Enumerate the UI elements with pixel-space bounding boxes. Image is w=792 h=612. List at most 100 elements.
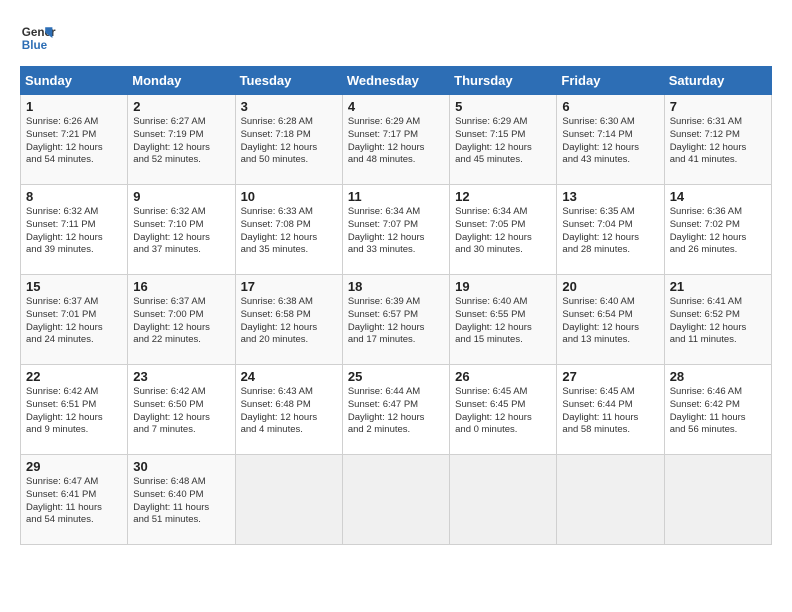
day-info: Sunrise: 6:45 AM Sunset: 6:45 PM Dayligh… xyxy=(455,386,551,437)
day-info: Sunrise: 6:42 AM Sunset: 6:51 PM Dayligh… xyxy=(26,386,122,437)
day-number: 25 xyxy=(348,369,444,384)
day-number: 30 xyxy=(133,459,229,474)
calendar-cell xyxy=(235,455,342,545)
day-number: 4 xyxy=(348,99,444,114)
day-info: Sunrise: 6:48 AM Sunset: 6:40 PM Dayligh… xyxy=(133,476,229,527)
calendar-cell: 20 Sunrise: 6:40 AM Sunset: 6:54 PM Dayli… xyxy=(557,275,664,365)
day-number: 18 xyxy=(348,279,444,294)
calendar-cell xyxy=(557,455,664,545)
day-info: Sunrise: 6:34 AM Sunset: 7:05 PM Dayligh… xyxy=(455,206,551,257)
day-info: Sunrise: 6:37 AM Sunset: 7:00 PM Dayligh… xyxy=(133,296,229,347)
day-info: Sunrise: 6:42 AM Sunset: 6:50 PM Dayligh… xyxy=(133,386,229,437)
day-info: Sunrise: 6:33 AM Sunset: 7:08 PM Dayligh… xyxy=(241,206,337,257)
calendar-cell: 5 Sunrise: 6:29 AM Sunset: 7:15 PM Daylig… xyxy=(450,95,557,185)
calendar-table: SundayMondayTuesdayWednesdayThursdayFrid… xyxy=(20,66,772,545)
calendar-cell: 14 Sunrise: 6:36 AM Sunset: 7:02 PM Dayli… xyxy=(664,185,771,275)
calendar-cell: 3 Sunrise: 6:28 AM Sunset: 7:18 PM Daylig… xyxy=(235,95,342,185)
calendar-cell: 15 Sunrise: 6:37 AM Sunset: 7:01 PM Dayli… xyxy=(21,275,128,365)
day-number: 21 xyxy=(670,279,766,294)
day-info: Sunrise: 6:28 AM Sunset: 7:18 PM Dayligh… xyxy=(241,116,337,167)
calendar-cell: 28 Sunrise: 6:46 AM Sunset: 6:42 PM Dayli… xyxy=(664,365,771,455)
weekday-header: Thursday xyxy=(450,67,557,95)
day-number: 14 xyxy=(670,189,766,204)
calendar-cell: 19Sunrise: 6:40 AM Sunset: 6:55 PM Dayli… xyxy=(450,275,557,365)
day-number: 13 xyxy=(562,189,658,204)
day-info: Sunrise: 6:37 AM Sunset: 7:01 PM Dayligh… xyxy=(26,296,122,347)
calendar-cell: 8 Sunrise: 6:32 AM Sunset: 7:11 PM Daylig… xyxy=(21,185,128,275)
logo: General Blue xyxy=(20,20,56,56)
day-number: 7 xyxy=(670,99,766,114)
day-number: 22 xyxy=(26,369,122,384)
day-number: 24 xyxy=(241,369,337,384)
calendar-cell: 12 Sunrise: 6:34 AM Sunset: 7:05 PM Dayli… xyxy=(450,185,557,275)
day-info: Sunrise: 6:32 AM Sunset: 7:11 PM Dayligh… xyxy=(26,206,122,257)
calendar-cell: 7 Sunrise: 6:31 AM Sunset: 7:12 PM Daylig… xyxy=(664,95,771,185)
day-number: 5 xyxy=(455,99,551,114)
calendar-cell xyxy=(342,455,449,545)
calendar-cell: 17Sunrise: 6:38 AM Sunset: 6:58 PM Dayli… xyxy=(235,275,342,365)
calendar-cell: 27Sunrise: 6:45 AM Sunset: 6:44 PM Dayli… xyxy=(557,365,664,455)
calendar-cell: 4 Sunrise: 6:29 AM Sunset: 7:17 PM Daylig… xyxy=(342,95,449,185)
calendar-cell: 24 Sunrise: 6:43 AM Sunset: 6:48 PM Dayli… xyxy=(235,365,342,455)
calendar-cell: 1 Sunrise: 6:26 AM Sunset: 7:21 PM Daylig… xyxy=(21,95,128,185)
day-info: Sunrise: 6:26 AM Sunset: 7:21 PM Dayligh… xyxy=(26,116,122,167)
logo-icon: General Blue xyxy=(20,20,56,56)
svg-text:Blue: Blue xyxy=(22,39,48,52)
day-info: Sunrise: 6:41 AM Sunset: 6:52 PM Dayligh… xyxy=(670,296,766,347)
day-info: Sunrise: 6:40 AM Sunset: 6:54 PM Dayligh… xyxy=(562,296,658,347)
day-number: 8 xyxy=(26,189,122,204)
calendar-cell: 22 Sunrise: 6:42 AM Sunset: 6:51 PM Dayli… xyxy=(21,365,128,455)
calendar-cell: 26 Sunrise: 6:45 AM Sunset: 6:45 PM Dayli… xyxy=(450,365,557,455)
day-info: Sunrise: 6:30 AM Sunset: 7:14 PM Dayligh… xyxy=(562,116,658,167)
calendar-cell: 25 Sunrise: 6:44 AM Sunset: 6:47 PM Dayli… xyxy=(342,365,449,455)
day-info: Sunrise: 6:43 AM Sunset: 6:48 PM Dayligh… xyxy=(241,386,337,437)
day-number: 15 xyxy=(26,279,122,294)
calendar-cell xyxy=(450,455,557,545)
calendar-cell: 2Sunrise: 6:27 AM Sunset: 7:19 PM Daylig… xyxy=(128,95,235,185)
calendar-cell xyxy=(664,455,771,545)
calendar-cell: 11 Sunrise: 6:34 AM Sunset: 7:07 PM Dayli… xyxy=(342,185,449,275)
day-info: Sunrise: 6:46 AM Sunset: 6:42 PM Dayligh… xyxy=(670,386,766,437)
day-number: 26 xyxy=(455,369,551,384)
day-info: Sunrise: 6:45 AM Sunset: 6:44 PM Dayligh… xyxy=(562,386,658,437)
day-number: 10 xyxy=(241,189,337,204)
day-number: 16 xyxy=(133,279,229,294)
day-number: 12 xyxy=(455,189,551,204)
day-number: 3 xyxy=(241,99,337,114)
day-info: Sunrise: 6:44 AM Sunset: 6:47 PM Dayligh… xyxy=(348,386,444,437)
calendar-cell: 29 Sunrise: 6:47 AM Sunset: 6:41 PM Dayli… xyxy=(21,455,128,545)
day-number: 29 xyxy=(26,459,122,474)
calendar-cell: 23 Sunrise: 6:42 AM Sunset: 6:50 PM Dayli… xyxy=(128,365,235,455)
weekday-header: Sunday xyxy=(21,67,128,95)
day-info: Sunrise: 6:39 AM Sunset: 6:57 PM Dayligh… xyxy=(348,296,444,347)
day-info: Sunrise: 6:34 AM Sunset: 7:07 PM Dayligh… xyxy=(348,206,444,257)
day-info: Sunrise: 6:31 AM Sunset: 7:12 PM Dayligh… xyxy=(670,116,766,167)
weekday-header: Monday xyxy=(128,67,235,95)
weekday-header: Friday xyxy=(557,67,664,95)
weekday-header: Wednesday xyxy=(342,67,449,95)
weekday-header: Tuesday xyxy=(235,67,342,95)
day-number: 2 xyxy=(133,99,229,114)
day-number: 20 xyxy=(562,279,658,294)
day-number: 11 xyxy=(348,189,444,204)
day-info: Sunrise: 6:29 AM Sunset: 7:15 PM Dayligh… xyxy=(455,116,551,167)
calendar-cell: 21 Sunrise: 6:41 AM Sunset: 6:52 PM Dayli… xyxy=(664,275,771,365)
day-number: 6 xyxy=(562,99,658,114)
day-info: Sunrise: 6:36 AM Sunset: 7:02 PM Dayligh… xyxy=(670,206,766,257)
calendar-cell: 18 Sunrise: 6:39 AM Sunset: 6:57 PM Dayli… xyxy=(342,275,449,365)
day-number: 23 xyxy=(133,369,229,384)
calendar-cell: 30 Sunrise: 6:48 AM Sunset: 6:40 PM Dayli… xyxy=(128,455,235,545)
day-number: 9 xyxy=(133,189,229,204)
day-info: Sunrise: 6:35 AM Sunset: 7:04 PM Dayligh… xyxy=(562,206,658,257)
page-header: General Blue xyxy=(20,20,772,56)
day-info: Sunrise: 6:29 AM Sunset: 7:17 PM Dayligh… xyxy=(348,116,444,167)
day-info: Sunrise: 6:40 AM Sunset: 6:55 PM Dayligh… xyxy=(455,296,551,347)
calendar-cell: 6 Sunrise: 6:30 AM Sunset: 7:14 PM Daylig… xyxy=(557,95,664,185)
day-number: 17 xyxy=(241,279,337,294)
day-number: 1 xyxy=(26,99,122,114)
calendar-cell: 10 Sunrise: 6:33 AM Sunset: 7:08 PM Dayli… xyxy=(235,185,342,275)
day-info: Sunrise: 6:47 AM Sunset: 6:41 PM Dayligh… xyxy=(26,476,122,527)
day-info: Sunrise: 6:32 AM Sunset: 7:10 PM Dayligh… xyxy=(133,206,229,257)
calendar-cell: 9 Sunrise: 6:32 AM Sunset: 7:10 PM Daylig… xyxy=(128,185,235,275)
day-number: 28 xyxy=(670,369,766,384)
